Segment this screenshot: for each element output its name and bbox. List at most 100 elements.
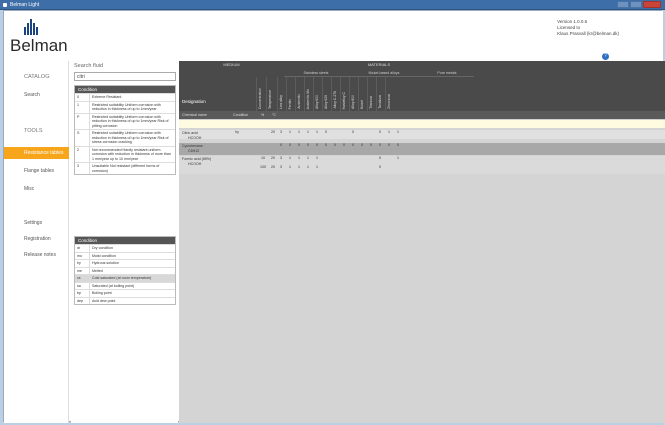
table-row[interactable]: Formic acid (85%) HCOOH 10 20 3 1 1 1 1 0 1 [179,156,665,166]
search-input[interactable] [74,72,176,81]
column-header[interactable]: Ferritic [286,77,295,111]
legend-row: sa Saturated (at boiling point) [75,281,175,289]
condition-legend: Condition dr Dry condition mo Moist condit… [74,236,176,305]
legend-row: S Restricted suitability Uniform corrosio… [75,129,175,146]
column-header[interactable]: Austenitic [295,77,304,111]
column-header[interactable]: Zirconium [385,77,394,111]
col-percent[interactable]: % [261,111,264,119]
column-header[interactable]: Hastelloy C [340,77,349,111]
column-header[interactable]: Austenitic Mo [304,77,313,111]
col-condition[interactable]: Condition [233,111,248,119]
rating-cell: 0 [397,143,399,147]
window-title: Belman Light [10,2,40,8]
column-header[interactable]: Alloy 800 [349,77,358,111]
legend-row: P Restricted suitability Uniform corrosio… [75,112,175,129]
col-chemical-name[interactable]: Chemical name [182,111,207,119]
sidebar-item-settings[interactable]: Settings [4,217,69,229]
rating-cell: 0 [361,143,363,147]
column-header[interactable]: Titanium [367,77,376,111]
sidebar: CATALOG Search TOOLS Resistance tables F… [4,61,69,423]
rating-cell: 1 [298,156,300,160]
column-header[interactable]: Concentration [256,77,266,111]
subheader-row: Chemical name Condition % °C [179,111,665,119]
table-row[interactable]: 100 20 3 1 1 1 1 0 [179,165,665,174]
app-window: Belman Version 1.0.0.6 Licensed to Klaus… [3,10,665,423]
sidebar-item-release-notes[interactable]: Release notes [4,249,69,261]
column-header[interactable]: Alloy 600 [313,77,322,111]
header: Belman Version 1.0.0.6 Licensed to Klaus… [4,11,663,61]
rating-cell: 1 [298,130,300,134]
legend-row: dep Acid dew point [75,296,175,304]
rating-cell: 1 [289,165,291,169]
table-row[interactable]: Cyclohexane C6H12 0 0 0 0 0 0 0 0 0 0 0 0 0 0 [179,143,665,155]
search-label: Search fluid [74,63,104,69]
temperature-cell: 20 [271,165,275,169]
subgroup-stainless: Stainless steels [284,69,348,77]
sidebar-item-misc[interactable]: Misc [4,183,69,195]
legend-title: Condition [75,86,175,93]
resistance-legend: Condition 0 Extreme Resistant 1 Restricted… [74,85,176,175]
legend-row: 3 Unsuitable Not resistant (different for… [75,162,175,174]
sidebar-item-flange-tables[interactable]: Flange tables [4,165,69,177]
legend-row: mo Moist condition [75,251,175,259]
rating-cell: 1 [289,130,291,134]
rating-cell: 0 [334,143,336,147]
subgroup-pure: Pure metals [420,69,474,77]
rating-cell: 0 [370,143,372,147]
app-icon [3,3,7,7]
condition-cell: hy [235,130,239,134]
group-medium: MEDIUM [223,62,240,67]
rating-cell: 1 [316,130,318,134]
column-header[interactable]: Temperature [266,77,276,111]
column-header[interactable]: Alloy C-276 [331,77,340,111]
legend-row: 2 Not recommended Hardly resistant unifor… [75,145,175,162]
column-header[interactable]: Alloy 625 [322,77,331,111]
rating-cell: 0 [298,143,300,147]
rating-cell: 0 [379,165,381,169]
column-header[interactable]: Low alloy [277,77,286,111]
subgroup-nickel: Nickel-based alloys [348,69,420,77]
temperature-cell: 20 [271,130,275,134]
legend-row: hy Hydrous solution [75,259,175,267]
percent-cell: 10 [261,156,265,160]
rating-cell: 3 [280,156,282,160]
rating-cell: 0 [280,143,282,147]
table-row[interactable]: Citric acid HCOOH hy 20 3 1 1 1 1 0 0 0 1 1 [179,130,665,140]
rating-cell: 3 [280,130,282,134]
sidebar-item-resistance-tables[interactable]: Resistance tables [4,147,69,159]
title-bar: Belman Light [0,0,665,10]
rating-cell: 0 [379,143,381,147]
rating-cell: 1 [307,130,309,134]
sidebar-item-search[interactable]: Search [4,89,69,101]
maximize-button[interactable] [630,1,642,8]
resistance-table: MEDIUM MATERIALS Stainless steels Nickel… [179,61,665,423]
legend-row: 1 Restricted suitability Uniform corrosio… [75,100,175,113]
temperature-cell: 20 [271,156,275,160]
column-header[interactable]: Tantalum [376,77,385,111]
percent-cell: 100 [260,165,266,169]
legend-row: dr Dry condition [75,244,175,252]
rating-cell: 3 [280,165,282,169]
rating-cell: 1 [307,156,309,160]
close-button[interactable] [643,1,661,8]
license-info: Version 1.0.0.6 Licensed to Klaus Prasva… [557,19,619,37]
rating-cell: 0 [307,143,309,147]
rating-cell: 0 [379,156,381,160]
rating-cell: 0 [343,143,345,147]
sidebar-item-registration[interactable]: Registration [4,233,69,245]
legend-row: cs Cold saturated (at room temperature) [75,274,175,282]
rating-cell: 1 [316,156,318,160]
rating-cell: 0 [388,143,390,147]
legend-title: Condition [75,237,175,244]
rating-cell: 1 [298,165,300,169]
designation-label: Designation [182,99,206,104]
chemical-name: Cyclohexane C6H12 [182,144,203,153]
help-icon[interactable]: ? [602,53,609,60]
rating-cell: 1 [397,130,399,134]
minimize-button[interactable] [617,1,629,8]
column-header[interactable]: Nickel [358,77,367,111]
col-temperature[interactable]: °C [272,111,276,119]
rating-cell: 0 [325,130,327,134]
rating-cell: 1 [307,165,309,169]
rating-cell: 0 [352,130,354,134]
